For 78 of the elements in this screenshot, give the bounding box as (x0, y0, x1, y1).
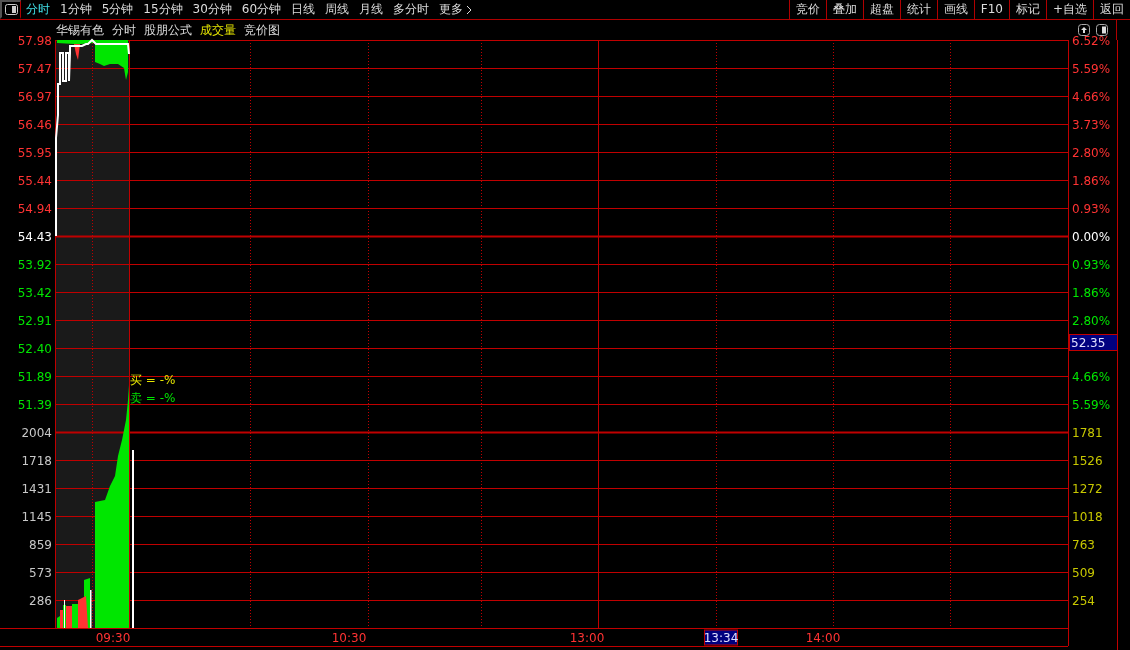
panel-toggle-button[interactable] (0, 0, 21, 19)
price-axis-label: 55.44 (17, 174, 52, 188)
percent-axis-label: 1.86% (1072, 286, 1111, 300)
price-axis-label: 56.97 (17, 90, 52, 104)
percent-axis-label: 0.93% (1072, 202, 1111, 216)
percent-axis-label: 4.66% (1072, 90, 1111, 104)
period-tab[interactable]: 日线 (286, 0, 321, 19)
price-axis-label: 52.91 (17, 314, 52, 328)
toolbar-button[interactable]: 返回 (1093, 0, 1130, 19)
toolbar-button[interactable]: 叠加 (825, 0, 863, 19)
toolbar-button[interactable]: 竞价 (788, 0, 826, 19)
price-axis-label: 53.42 (17, 286, 52, 300)
toolbar-button[interactable]: +自选 (1045, 0, 1093, 19)
price-axis-label: 57.47 (17, 62, 52, 76)
period-tab[interactable]: 1分钟 (55, 0, 97, 19)
volume-axis-label: 1145 (21, 510, 52, 524)
volume-axis-label: 509 (1072, 566, 1095, 580)
percent-axis-label: 5.59% (1072, 398, 1111, 412)
volume-axis-label: 286 (29, 594, 52, 608)
more-button[interactable]: 更多 (434, 0, 478, 19)
price-axis-label: 56.46 (17, 118, 52, 132)
volume-axis-label: 1018 (1072, 510, 1103, 524)
percent-axis-label: 5.59% (1072, 62, 1111, 76)
price-axis-label: 52.40 (17, 342, 52, 356)
percent-axis-label: 6.52% (1072, 34, 1111, 48)
percent-axis-label: 1.86% (1072, 174, 1111, 188)
indicator-label[interactable]: 分时 (112, 21, 136, 39)
volume-axis-label: 2004 (21, 426, 52, 440)
indicator-label[interactable]: 竞价图 (244, 21, 280, 39)
price-axis-label: 51.89 (17, 370, 52, 384)
volume-axis-label: 1431 (21, 482, 52, 496)
price-axis-label: 54.94 (17, 202, 52, 216)
volume-axis-label: 254 (1072, 594, 1095, 608)
period-tab[interactable]: 60分钟 (236, 0, 287, 19)
price-axis-label: 53.92 (17, 258, 52, 272)
percent-axis-label: 3.73% (1072, 118, 1111, 132)
percent-axis-label: 2.80% (1072, 146, 1111, 160)
time-axis-label: 14:00 (805, 631, 841, 645)
chevron-icon (466, 4, 473, 15)
period-tab[interactable]: 分时 (21, 0, 55, 19)
period-tab[interactable]: 月线 (354, 0, 389, 19)
volume-axis-label: 1781 (1072, 426, 1103, 440)
percent-axis-label: 0.00% (1072, 230, 1111, 244)
volume-axis-label: 1718 (21, 454, 52, 468)
period-tab[interactable]: 多分时 (388, 0, 435, 19)
price-axis-label: 55.95 (17, 146, 52, 160)
volume-axis-label: 1526 (1072, 454, 1103, 468)
period-tab[interactable]: 5分钟 (96, 0, 139, 19)
indicator-label[interactable]: 股朋公式 (144, 21, 192, 39)
volume-axis-label: 763 (1072, 538, 1095, 552)
price-axis-label: 54.43 (17, 230, 52, 244)
time-axis-label: 10:30 (331, 631, 367, 645)
volume-axis-label: 573 (29, 566, 52, 580)
period-tab[interactable]: 30分钟 (187, 0, 237, 19)
toolbar-button[interactable]: 画线 (936, 0, 974, 19)
period-tab[interactable]: 周线 (320, 0, 355, 19)
toolbar-button[interactable]: 统计 (899, 0, 937, 19)
panel-icon (4, 4, 18, 15)
period-tab[interactable]: 15分钟 (138, 0, 188, 19)
percent-axis-label: 0.93% (1072, 258, 1111, 272)
time-axis-label: 09:30 (95, 631, 131, 645)
price-cursor-marker: 52.35 (1069, 334, 1118, 351)
buy-ratio-label: 买 = -% (130, 373, 176, 387)
indicator-label[interactable]: 成交量 (200, 21, 236, 39)
percent-axis-label: 4.66% (1072, 370, 1111, 384)
sell-ratio-label: 卖 = -% (130, 391, 176, 405)
indicator-label: 华锡有色 (56, 21, 104, 39)
time-axis-label: 13:00 (569, 631, 605, 645)
volume-axis-label: 859 (29, 538, 52, 552)
volume-axis-label: 1272 (1072, 482, 1103, 496)
toolbar-button[interactable]: 超盘 (862, 0, 900, 19)
percent-axis-label: 2.80% (1072, 314, 1111, 328)
toolbar-button[interactable]: 标记 (1008, 0, 1046, 19)
upload-icon[interactable] (1078, 24, 1090, 36)
price-axis-label: 57.98 (17, 34, 52, 48)
panel-icon[interactable] (1096, 24, 1108, 36)
toolbar-button[interactable]: F10 (973, 0, 1009, 19)
price-axis-label: 51.39 (17, 398, 52, 412)
